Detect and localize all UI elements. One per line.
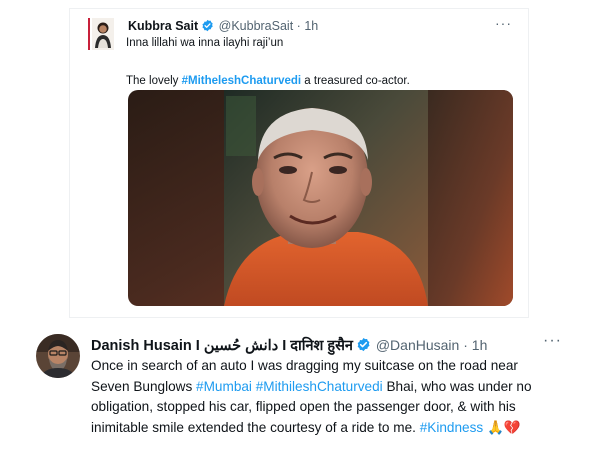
text-segment: inimitable smile extended the courtesy o… [91,419,420,435]
verified-badge-icon [356,336,371,358]
avatar-kubbra[interactable] [82,15,120,53]
timestamp[interactable]: 1h [472,337,488,353]
text-segment: Bhai, who was under no [382,378,532,394]
tweet2-line4: inimitable smile extended the courtesy o… [91,418,571,439]
tweet1-header: Kubbra Sait @KubbraSait · 1h [128,16,516,36]
text-segment: a treasured co-actor. [301,75,410,87]
hashtag-link[interactable]: #Kindness [420,420,483,435]
separator-dot: · [296,19,301,33]
tweet2-line2: Seven Bunglows #Mumbai #MithileshChaturv… [91,377,571,398]
timestamp[interactable]: 1h [304,19,318,33]
tweet2-line1: Once in search of an auto I was dragging… [91,358,518,373]
more-options-icon[interactable]: ··· [495,15,512,31]
author-name[interactable]: Danish Husain I دانش حُسین I दानिश हुसैन [91,338,353,354]
tweet-photo[interactable] [128,90,513,306]
tweet1-text-line1: Inna lillahi wa inna ilayhi raji’un [126,37,284,49]
tweet-card-kubbra: Kubbra Sait @KubbraSait · 1h ··· Inna li… [69,8,529,318]
author-name[interactable]: Kubbra Sait [128,19,198,33]
text-segment: Seven Bunglows [91,378,197,394]
avatar-danish[interactable] [36,334,80,378]
folded-hands-emoji: 🙏 [486,419,504,435]
broken-heart-emoji: 💔 [503,419,521,435]
author-handle[interactable]: @KubbraSait [219,19,294,33]
tweet2-header: Danish Husain I دانش حُسین I दानिश हुसैन… [91,334,570,356]
author-handle[interactable]: @DanHusain [376,337,459,353]
text-segment: The lovely [126,75,182,87]
tweet2-text: Once in search of an auto I was dragging… [91,356,571,438]
tweet-card-danish: Danish Husain I دانش حُسین I दानिश हुसैन… [20,318,580,440]
more-options-icon[interactable]: ··· [543,332,562,350]
tweet1-text-line2: The lovely #MitheleshChaturvedi a treasu… [126,73,410,89]
hashtag-link[interactable]: #Mumbai [196,379,252,394]
separator-dot: · [463,337,468,353]
hashtag-link[interactable]: #MithileshChaturvedi [256,379,383,394]
hashtag-link[interactable]: #MitheleshChaturvedi [182,75,302,87]
tweet2-line3: obligation, stopped his car, flipped ope… [91,399,516,414]
